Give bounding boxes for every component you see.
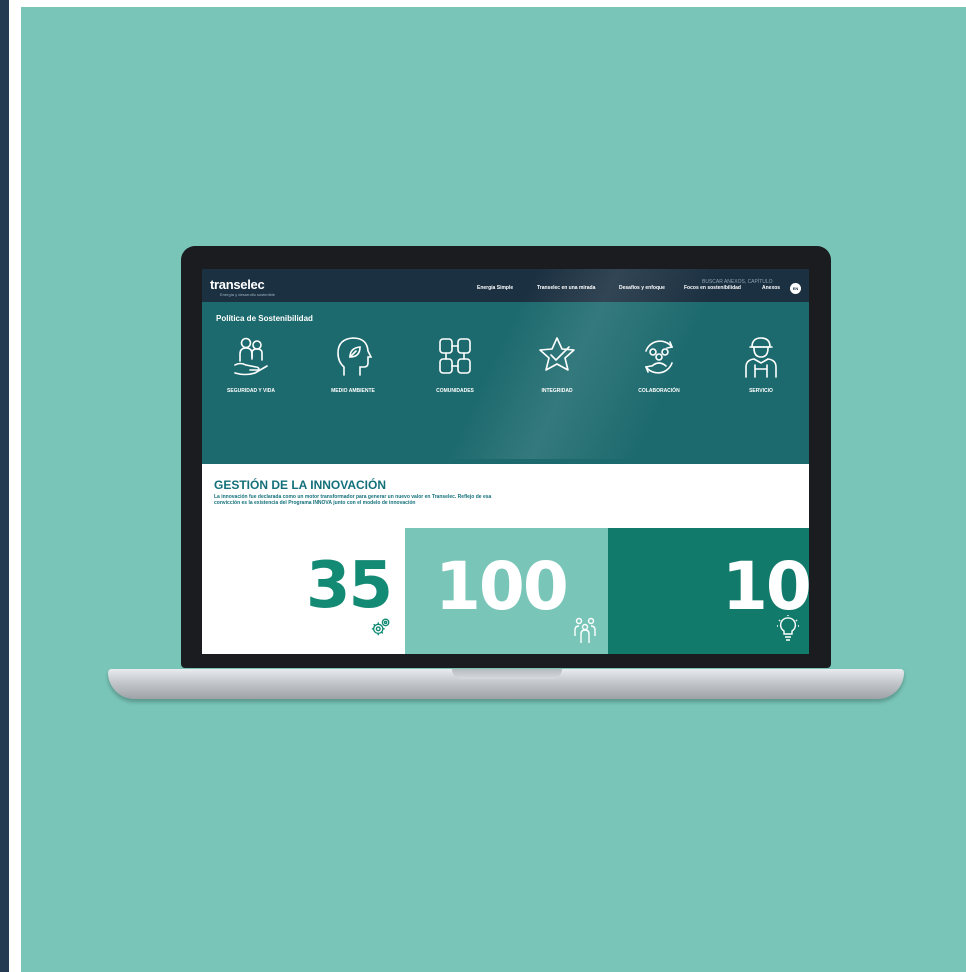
value-seguridad-y-vida[interactable]: SEGURIDAD Y VIDA [206, 335, 296, 394]
value-label: SEGURIDAD Y VIDA [227, 388, 275, 394]
stat-card-35: 35 [202, 528, 405, 654]
nav-anexos[interactable]: Anexos [762, 285, 780, 291]
stat-card-100: 100 [405, 528, 608, 654]
value-comunidades[interactable]: COMUNIDADES [410, 335, 500, 394]
nav-desafios-y-enfoque[interactable]: Desafíos y enfoque [619, 285, 665, 291]
gears-icon [371, 618, 390, 636]
stat-value: 100 [435, 548, 569, 625]
laptop-screen: transelec Energía y desarrollo sostenibl… [202, 269, 809, 654]
value-servicio[interactable]: SERVICIO [716, 335, 806, 394]
value-label: COMUNIDADES [436, 388, 474, 394]
stat-value: 35 [305, 549, 393, 623]
value-label: SERVICIO [749, 388, 773, 394]
logo-tagline: Energía y desarrollo sostenible [220, 292, 275, 297]
value-colaboracion[interactable]: COLABORACIÓN [614, 335, 704, 394]
value-medio-ambiente[interactable]: MEDIO AMBIENTE [308, 335, 398, 394]
value-label: INTEGRIDAD [541, 388, 573, 394]
nav-transelec-en-una-mirada[interactable]: Transelec en una mirada [537, 285, 595, 291]
sustainability-policy-panel: Política de Sostenibilidad SEGURIDAD Y V… [202, 302, 809, 464]
left-edge-bar [0, 0, 9, 972]
logo[interactable]: transelec [210, 277, 265, 292]
innovation-text: La innovación fue declarada como un moto… [214, 494, 492, 506]
joined-hands-icon [439, 338, 471, 374]
language-button[interactable]: EN [790, 283, 801, 294]
nav-energia-simple[interactable]: Energía Simple [477, 285, 513, 291]
team-cycle-icon [644, 340, 674, 374]
value-integridad[interactable]: INTEGRIDAD [512, 335, 602, 394]
laptop-notch [452, 669, 562, 679]
lightbulb-icon [777, 615, 799, 641]
policy-title: Política de Sostenibilidad [216, 314, 313, 323]
worker-icon [745, 337, 777, 378]
innovation-title: GESTIÓN DE LA INNOVACIÓN [214, 478, 387, 492]
value-label: MEDIO AMBIENTE [331, 388, 375, 394]
top-navigation: transelec Energía y desarrollo sostenibl… [202, 269, 809, 302]
head-leaf-icon [337, 337, 372, 376]
stat-card-10: 10 [608, 528, 809, 654]
search-input[interactable]: BUSCAR ANEXOS, CAPÍTULO [702, 279, 773, 285]
nav-focos-en-sostenibilidad[interactable]: Focos en sostenibilidad [684, 285, 741, 291]
value-label: COLABORACIÓN [638, 388, 680, 394]
stat-value: 10 [722, 548, 809, 625]
family-hand-icon [234, 337, 268, 376]
star-check-icon [539, 337, 575, 371]
people-icon [574, 617, 596, 643]
